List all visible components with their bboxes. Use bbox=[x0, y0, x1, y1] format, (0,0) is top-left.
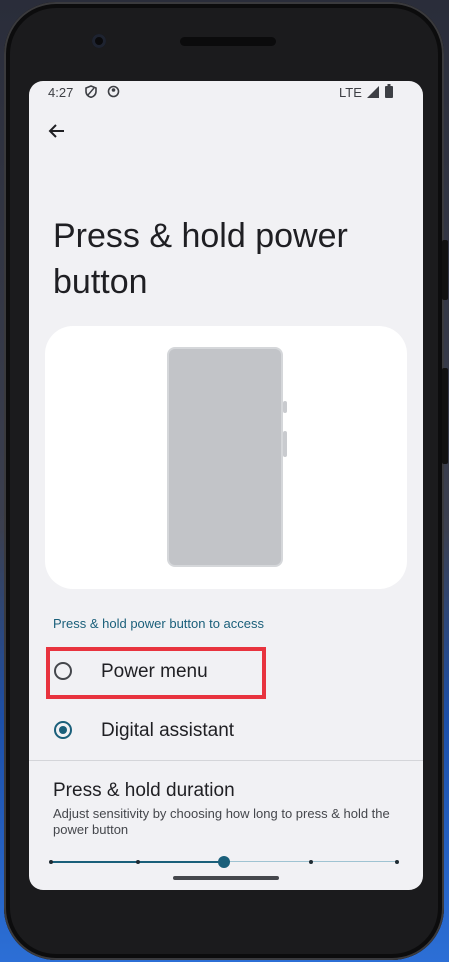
radio-button[interactable] bbox=[54, 721, 72, 739]
section-label: Press & hold power button to access bbox=[53, 616, 265, 631]
gesture-nav-handle[interactable] bbox=[173, 876, 279, 880]
slider-tick bbox=[135, 860, 140, 864]
slider-thumb[interactable] bbox=[218, 856, 230, 868]
illustration-side-button bbox=[283, 431, 287, 457]
divider bbox=[29, 760, 423, 761]
screen: 4:27 LTE Press & hold power button Press… bbox=[29, 81, 423, 890]
battery-icon bbox=[385, 84, 393, 101]
slider-tick bbox=[308, 860, 313, 864]
status-bar: 4:27 LTE bbox=[29, 81, 423, 105]
back-button[interactable] bbox=[43, 119, 71, 147]
signal-icon bbox=[367, 86, 379, 101]
page-title: Press & hold power button bbox=[53, 217, 348, 301]
duration-subtitle: Adjust sensitivity by choosing how long … bbox=[53, 806, 390, 837]
highlight-box bbox=[46, 647, 266, 699]
volume-side-button bbox=[442, 368, 448, 464]
option-digital-assistant[interactable]: Digital assistant bbox=[29, 703, 423, 759]
illustration-side-button bbox=[283, 401, 287, 413]
front-camera bbox=[92, 34, 106, 48]
vpn-shield-icon bbox=[85, 85, 97, 101]
power-side-button bbox=[442, 240, 448, 300]
phone-device: 4:27 LTE Press & hold power button Press… bbox=[4, 2, 448, 960]
duration-title: Press & hold duration bbox=[53, 780, 235, 801]
arrow-back-icon bbox=[47, 121, 67, 146]
network-type: LTE bbox=[339, 85, 362, 100]
earpiece-speaker bbox=[180, 37, 276, 46]
duration-slider[interactable] bbox=[49, 852, 399, 872]
status-time: 4:27 bbox=[48, 85, 74, 100]
option-label: Digital assistant bbox=[101, 720, 235, 741]
data-saver-icon bbox=[107, 85, 120, 101]
slider-tick bbox=[49, 860, 53, 864]
phone-illustration bbox=[167, 347, 283, 567]
slider-tick bbox=[395, 860, 399, 864]
